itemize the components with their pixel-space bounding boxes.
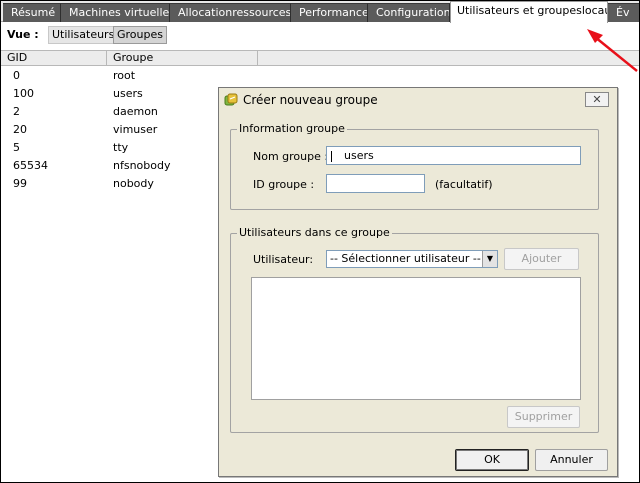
group-info-legend: Information groupe — [237, 122, 347, 135]
group-name-value: users — [344, 149, 374, 162]
tab-events[interactable]: Év — [608, 3, 639, 22]
group-name-label: Nom groupe : — [253, 150, 329, 163]
group-icon — [224, 93, 238, 106]
optional-note: (facultatif) — [435, 178, 493, 191]
tab-configuration[interactable]: Configuration — [368, 3, 450, 22]
close-button[interactable]: ✕ — [585, 92, 609, 107]
column-header-gid[interactable]: GID — [1, 51, 107, 65]
cell-gid: 65534 — [13, 159, 48, 172]
table-header: GID Groupe — [1, 50, 639, 66]
cell-group: users — [113, 87, 143, 100]
cell-gid: 0 — [13, 69, 20, 82]
table-row[interactable]: 0 root — [1, 67, 639, 85]
cell-gid: 2 — [13, 105, 20, 118]
view-label: Vue : — [7, 28, 39, 41]
dialog-title-bar[interactable]: Créer nouveau groupe ✕ — [219, 88, 617, 112]
group-users-list[interactable] — [251, 277, 581, 400]
group-id-label: ID groupe : — [253, 178, 315, 191]
red-arrow-icon — [587, 29, 638, 72]
view-users-button[interactable]: Utilisateurs — [48, 26, 119, 44]
tab-summary[interactable]: Résumé — [3, 3, 61, 22]
group-users-legend: Utilisateurs dans ce groupe — [237, 226, 392, 239]
group-id-input[interactable] — [326, 174, 425, 193]
create-group-dialog: Créer nouveau groupe ✕ Information group… — [218, 87, 618, 477]
cell-gid: 20 — [13, 123, 27, 136]
tab-resource-allocation[interactable]: Allocationressources — [170, 3, 291, 22]
group-info-section: Information groupe Nom groupe : users ID… — [230, 122, 599, 210]
tab-local-users-groups[interactable]: Utilisateurs et groupeslocaux — [450, 1, 608, 23]
user-label: Utilisateur: — [253, 253, 314, 266]
tab-strip: Résumé Machines virtuelles Allocationres… — [1, 1, 639, 23]
cell-group: root — [113, 69, 136, 82]
app-window: Résumé Machines virtuelles Allocationres… — [0, 0, 640, 483]
add-user-button[interactable]: Ajouter — [504, 248, 579, 270]
cell-group: vimuser — [113, 123, 158, 136]
group-users-section: Utilisateurs dans ce groupe Utilisateur:… — [230, 226, 599, 433]
cancel-button[interactable]: Annuler — [535, 449, 608, 471]
tab-performance[interactable]: Performance — [291, 3, 368, 22]
tab-virtual-machines[interactable]: Machines virtuelles — [61, 3, 170, 22]
dialog-title: Créer nouveau groupe — [243, 93, 378, 107]
close-icon: ✕ — [592, 93, 602, 106]
cell-group: tty — [113, 141, 129, 154]
user-select-value: -- Sélectionner utilisateur -- — [330, 252, 481, 265]
cell-gid: 100 — [13, 87, 34, 100]
view-bar: Vue : Utilisateurs Groupes — [1, 22, 639, 50]
cell-group: nfsnobody — [113, 159, 171, 172]
group-name-input[interactable]: users — [326, 146, 581, 165]
cell-gid: 5 — [13, 141, 20, 154]
remove-user-button[interactable]: Supprimer — [507, 406, 580, 428]
text-cursor — [331, 150, 332, 162]
cell-gid: 99 — [13, 177, 27, 190]
chevron-down-icon[interactable]: ▼ — [482, 251, 497, 267]
cell-group: daemon — [113, 105, 158, 118]
cell-group: nobody — [113, 177, 154, 190]
column-header-group[interactable]: Groupe — [107, 51, 258, 65]
ok-button[interactable]: OK — [455, 449, 529, 471]
user-select[interactable]: -- Sélectionner utilisateur -- ▼ — [326, 250, 498, 268]
view-groups-button[interactable]: Groupes — [113, 26, 167, 44]
